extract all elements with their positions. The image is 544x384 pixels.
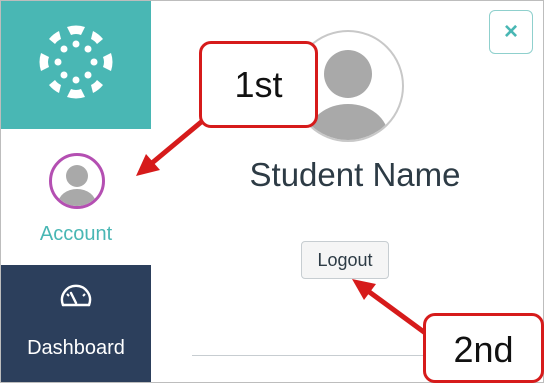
logout-button[interactable]: Logout [301,241,389,279]
sidebar-item-label: Account [39,223,113,245]
dashboard-gauge-icon [60,284,92,307]
global-nav-sidebar: Account Dashboard [1,1,151,382]
avatar-icon [49,153,105,209]
sidebar-item-account[interactable]: Account [1,129,151,265]
sidebar-item-dashboard[interactable]: Dashboard [1,265,151,382]
logo-tile[interactable] [1,1,151,129]
divider [192,355,424,356]
close-button[interactable]: × [489,10,533,54]
close-icon: × [503,18,518,45]
student-name: Student Name [249,156,461,193]
sidebar-item-label: Dashboard [27,337,125,359]
callout-second: 2nd [423,313,544,383]
canvas-logo-icon [39,25,113,99]
callout-first: 1st [199,41,318,128]
